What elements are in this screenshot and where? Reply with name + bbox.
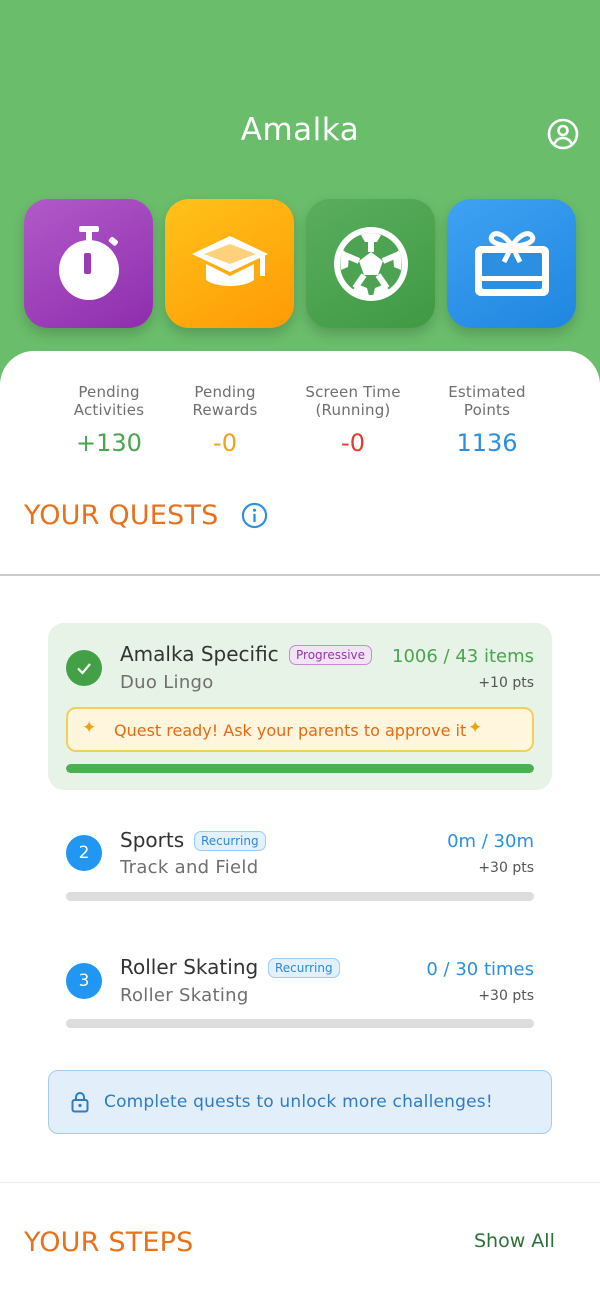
quest-type-badge: Recurring [194,831,266,851]
rewards-tile[interactable] [447,199,576,328]
quest-progress-text: 1006 / 43 items [392,646,534,667]
section-divider [0,574,600,576]
quest-points: +30 pts [478,860,534,876]
content-sheet [0,351,600,1298]
stat-screen-time[interactable]: Screen Time (Running) -0 [278,383,428,457]
steps-heading: YOUR STEPS [24,1227,194,1258]
quest-points: +10 pts [478,675,534,691]
quest-progress-bar [66,764,534,773]
checkmark-icon [77,663,91,675]
quest-number: 3 [66,963,102,999]
quest-subtitle: Duo Lingo [120,672,214,693]
quest-progress-bar [66,1019,534,1028]
page-title: Amalka [240,112,360,148]
quest-number: 2 [66,835,102,871]
info-icon[interactable] [241,502,268,529]
quest-type-badge: Recurring [268,958,340,978]
quest-status-check [66,650,102,686]
quests-heading: YOUR QUESTS [24,500,219,531]
lock-icon [71,1092,89,1113]
sports-tile[interactable] [306,199,435,328]
party-popper-icon: ✦ [468,718,483,738]
party-popper-icon: ✦ [82,718,97,738]
stat-label: Estimated Points [448,383,526,419]
show-all-link[interactable]: Show All [474,1230,555,1252]
quest-title: Amalka Specific [120,642,279,666]
quest-progress-bar [66,892,534,901]
stat-estimated-points[interactable]: Estimated Points 1136 [412,383,562,457]
education-tile[interactable] [165,199,294,328]
gift-card-icon [474,230,549,296]
quest-title[interactable]: Roller Skating [120,955,258,979]
soccer-ball-icon [333,226,408,301]
section-divider [0,1182,600,1183]
locked-quests-banner: Complete quests to unlock more challenge… [48,1070,552,1134]
quest-points: +30 pts [478,988,534,1004]
stopwatch-icon [58,225,119,300]
quest-progress-text: 0 / 30 times [426,959,534,980]
stat-label: Screen Time (Running) [305,383,401,419]
stat-value: 1136 [456,429,518,457]
quest-ready-banner: ✦ Quest ready! Ask your parents to appro… [66,707,534,752]
quest-subtitle: Track and Field [120,857,259,878]
timer-tile[interactable] [24,199,153,328]
quest-title[interactable]: Sports [120,828,184,852]
stat-value: -0 [341,429,365,457]
quest-type-badge: Progressive [289,645,373,665]
quest-ready-text: Quest ready! Ask your parents to approve… [114,721,467,740]
graduation-cap-icon [191,235,268,286]
quest-subtitle: Roller Skating [120,985,249,1006]
quest-progress-text: 0m / 30m [447,831,534,852]
profile-icon[interactable] [547,118,579,150]
locked-quests-text: Complete quests to unlock more challenge… [104,1092,493,1112]
quest-progress-fill [66,764,534,773]
